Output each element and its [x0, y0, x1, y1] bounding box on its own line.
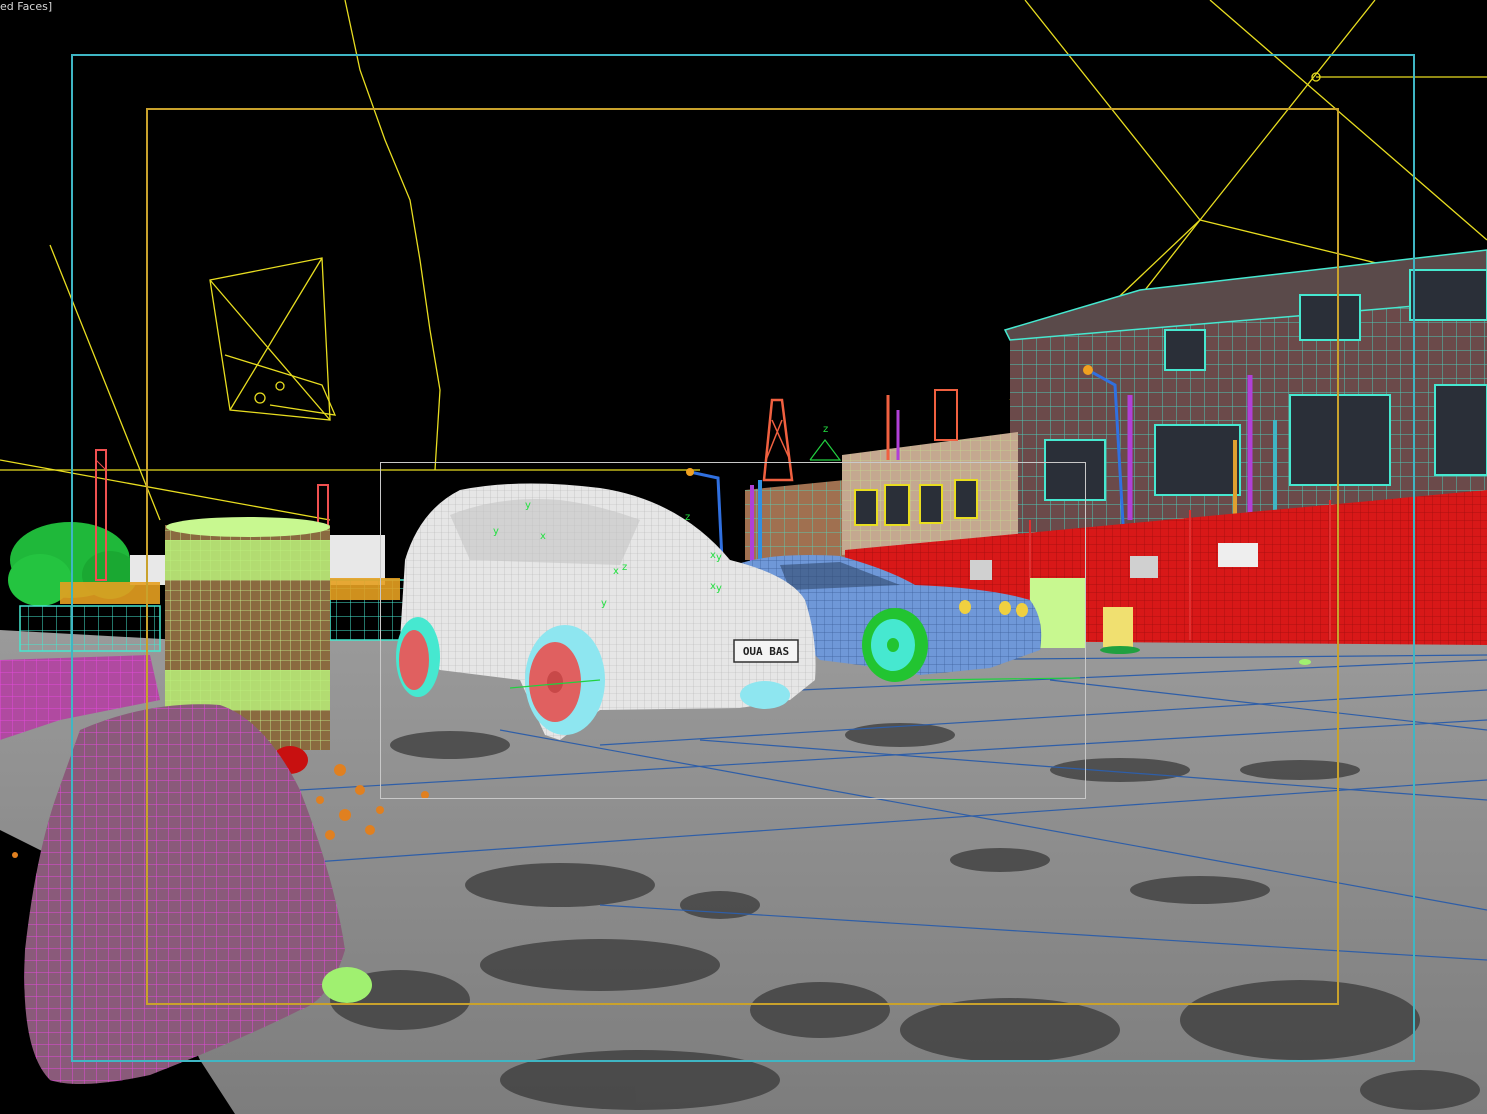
gizmo-label: y: [493, 526, 499, 537]
gizmo-label: z: [823, 424, 829, 435]
3d-viewport[interactable]: ed Faces] OUA BAS y z x z y x y x y z y …: [0, 0, 1487, 1114]
gizmo-label: x: [613, 566, 619, 577]
viewport-label: ed Faces]: [0, 0, 53, 13]
green-blob: [322, 967, 372, 1003]
gizmo-label: z: [685, 512, 691, 523]
scene-render: [0, 0, 1487, 1114]
brick-building: [1003, 249, 1487, 540]
gizmo-label: y: [716, 583, 722, 594]
gizmo-label: y: [716, 552, 722, 563]
license-plate-text: OUA BAS: [742, 645, 790, 658]
gizmo-label: y: [601, 598, 607, 609]
gizmo-label: y: [525, 500, 531, 511]
gizmo-label: x: [540, 531, 546, 542]
gizmo-label: z: [622, 562, 628, 573]
